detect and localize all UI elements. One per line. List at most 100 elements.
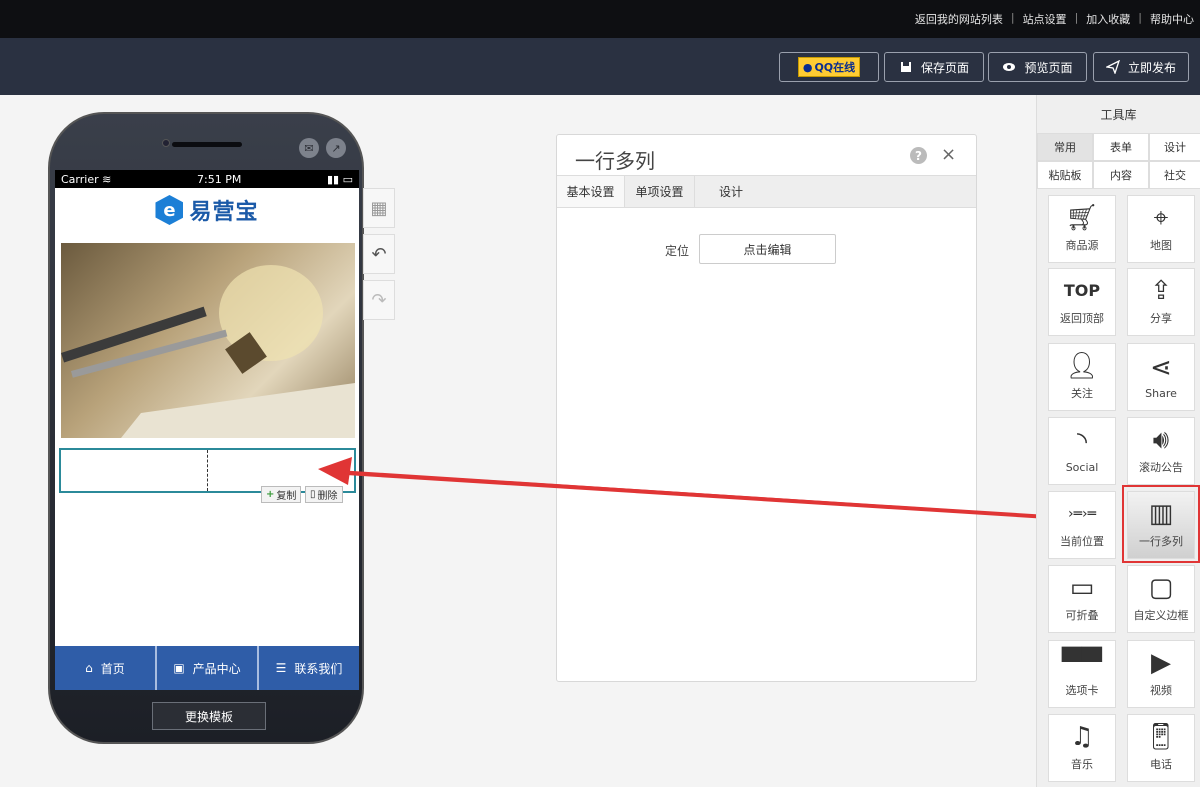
video-icon: ▶ [1151, 648, 1171, 678]
tabs-icon: ▀▀ [1062, 648, 1102, 678]
bottom-nav: ⌂ 首页 ▣ 产品中心 ☰ 联系我们 [55, 646, 359, 690]
image-icon: ▣ [173, 661, 185, 675]
tab-form[interactable]: 表单 [1093, 133, 1149, 161]
tool-label: Social [1065, 460, 1099, 474]
plus-icon: + [266, 489, 275, 500]
trash-icon: ▯ [310, 489, 316, 500]
tool-music[interactable]: ♫ 音乐 [1048, 714, 1116, 782]
position-label: 定位 [665, 244, 690, 258]
tool-follow[interactable]: 👤︎ 关注 [1048, 343, 1116, 411]
toolbox-tabs: 常用 表单 设计 粘贴板 内容 社交 [1037, 133, 1200, 189]
panel-title: 一行多列 [575, 149, 655, 173]
qq-online-button[interactable]: ● QQ在线 [779, 52, 879, 82]
tool-label: 可折叠 [1065, 609, 1099, 622]
nav-contact[interactable]: ☰ 联系我们 [259, 646, 359, 690]
publish-label: 立即发布 [1127, 60, 1176, 75]
tool-map[interactable]: ⌖ 地图 [1127, 195, 1195, 263]
tool-share[interactable]: ⋖ Share [1127, 343, 1195, 411]
separator: | [1010, 11, 1015, 24]
carrier-text: Carrier ≋ [61, 172, 112, 186]
tool-label: 返回顶部 [1060, 312, 1104, 325]
tool-tabs[interactable]: ▀▀ 选项卡 [1048, 640, 1116, 708]
delete-label: 删除 [317, 491, 338, 502]
panel-tabs: 基本设置 单项设置 设计 [557, 175, 976, 208]
wifi-icon: ≋ [102, 172, 112, 186]
click-edit-button[interactable]: 点击编辑 [699, 234, 836, 264]
tool-social[interactable]: ◝ Social [1048, 417, 1116, 485]
link-site-settings[interactable]: 站点设置 [1023, 11, 1067, 27]
grid-icon: ▦ [370, 197, 388, 219]
hero-image[interactable] [61, 243, 355, 438]
link-back-to-sites[interactable]: 返回我的网站列表 [915, 11, 1003, 27]
grid-toggle-button[interactable]: ▦ [363, 188, 395, 228]
lightbulb-photo [61, 265, 355, 438]
rss-icon: ◝ [1076, 426, 1088, 457]
tool-label: 当前位置 [1060, 535, 1104, 548]
help-icon[interactable]: ? [910, 147, 927, 164]
cart-icon: 🛒︎ [1065, 203, 1099, 233]
tool-collapsible[interactable]: ▭ 可折叠 [1048, 565, 1116, 633]
tool-video[interactable]: ▶ 视频 [1127, 640, 1195, 708]
tab-design[interactable]: 设计 [1149, 133, 1200, 161]
preview-page-button[interactable]: 预览页面 [988, 52, 1087, 82]
separator: | [1138, 11, 1142, 24]
tool-share-out[interactable]: ⇪ 分享 [1127, 268, 1195, 336]
tool-custom-border[interactable]: ▢ 自定义边框 [1127, 565, 1195, 633]
wechat-icon[interactable]: ✉ [299, 138, 319, 158]
tool-label: 自定义边框 [1133, 609, 1189, 622]
qq-badge: ● QQ在线 [797, 57, 861, 77]
tool-scroll-notice[interactable]: 🔊︎ 滚动公告 [1127, 417, 1195, 485]
stats-icon[interactable]: ↗ [326, 138, 346, 158]
phone-preview: ✉ ↗ Carrier ≋ 7:51 PM ▮▮ ▭ e 易营宝 + 复制 ▯ … [48, 112, 364, 744]
tab-design[interactable]: 设计 [695, 176, 767, 207]
link-add-favorite[interactable]: 加入收藏 [1086, 11, 1130, 27]
phone-icon: 📱︎ [1144, 722, 1178, 752]
music-icon: ♫ [1070, 722, 1094, 752]
link-help-center[interactable]: 帮助中心 [1150, 11, 1194, 27]
home-icon: ⌂ [85, 661, 93, 675]
tool-label: 滚动公告 [1139, 461, 1183, 474]
site-logo[interactable]: e 易营宝 [55, 188, 359, 232]
tool-label: 视频 [1150, 684, 1172, 697]
copy-button[interactable]: + 复制 [261, 486, 302, 503]
save-label: 保存页面 [920, 60, 969, 75]
nav-label: 首页 [100, 661, 125, 676]
change-template-button[interactable]: 更换模板 [152, 702, 266, 730]
preview-label: 预览页面 [1024, 60, 1073, 75]
tab-clipboard[interactable]: 粘贴板 [1037, 161, 1093, 189]
delete-button[interactable]: ▯ 删除 [305, 486, 343, 503]
close-icon[interactable]: × [941, 144, 956, 165]
tab-basic-settings[interactable]: 基本设置 [557, 176, 625, 207]
tool-product-source[interactable]: 🛒︎ 商品源 [1048, 195, 1116, 263]
tool-label: Share [1145, 386, 1177, 400]
publish-button[interactable]: 立即发布 [1093, 52, 1189, 82]
toolbox-title: 工具库 [1100, 107, 1137, 122]
tool-breadcrumb[interactable]: ›═›═ 当前位置 [1048, 491, 1116, 559]
redo-button[interactable]: ↷ [363, 280, 395, 320]
collapse-icon: ▭ [1069, 573, 1095, 603]
border-icon: ▢ [1148, 573, 1174, 603]
battery-icon: ▮▮ ▭ [326, 172, 353, 186]
penguin-icon: ● [802, 60, 813, 74]
tool-label: 分享 [1150, 312, 1172, 325]
undo-icon: ↶ [371, 243, 387, 265]
logo-mark: e [155, 195, 184, 225]
tool-back-to-top[interactable]: TOP 返回顶部 [1048, 268, 1116, 336]
tool-phone[interactable]: 📱︎ 电话 [1127, 714, 1195, 782]
nav-home[interactable]: ⌂ 首页 [55, 646, 155, 690]
eye-icon [1003, 63, 1016, 71]
undo-button[interactable]: ↶ [363, 234, 395, 274]
tab-common[interactable]: 常用 [1037, 133, 1093, 161]
save-page-button[interactable]: 保存页面 [884, 52, 984, 82]
share-out-icon: ⇪ [1150, 276, 1172, 306]
redo-icon: ↷ [371, 289, 387, 311]
copy-label: 复制 [276, 491, 297, 502]
nav-products[interactable]: ▣ 产品中心 [157, 646, 257, 690]
share-icon: ⋖ [1150, 352, 1172, 383]
tool-label: 关注 [1071, 387, 1093, 400]
phone-screen: Carrier ≋ 7:51 PM ▮▮ ▭ e 易营宝 + 复制 ▯ 删除 ⌂… [55, 170, 359, 690]
tab-social[interactable]: 社交 [1149, 161, 1200, 189]
tab-item-settings[interactable]: 单项设置 [625, 176, 695, 207]
tab-content[interactable]: 内容 [1093, 161, 1149, 189]
logo-text: 易营宝 [189, 200, 259, 225]
